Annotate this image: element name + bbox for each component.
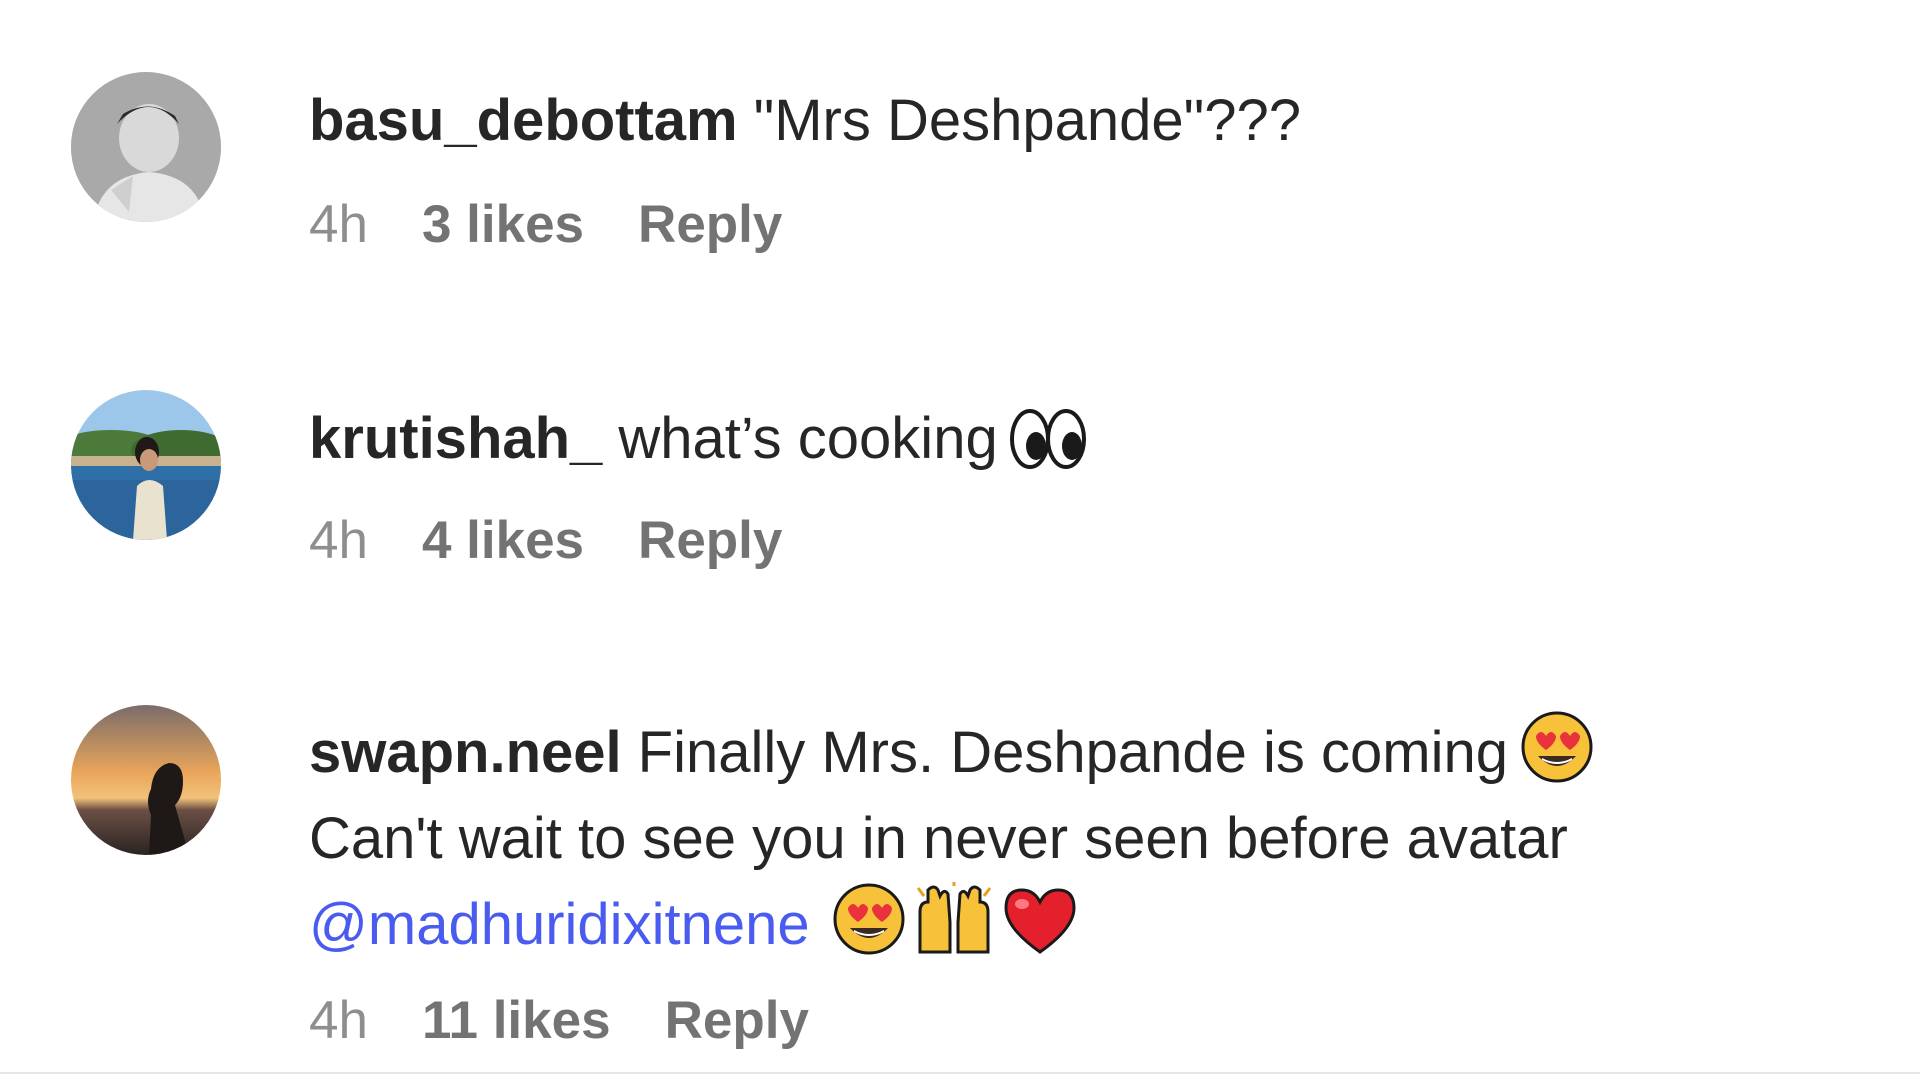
comment-meta: 4h 4 likes Reply (309, 510, 1749, 571)
comment-username[interactable]: krutishah_ (309, 406, 602, 471)
comment-text-line: swapn.neel Finally Mrs. Deshpande is comi… (309, 710, 1749, 796)
comment-body: what’s cooking (618, 406, 998, 471)
comment-username[interactable]: swapn.neel (309, 720, 622, 785)
comment-body: "Mrs Deshpande"??? (753, 88, 1302, 153)
comment-text: krutishah_ what’s cooking (309, 396, 1749, 482)
avatar[interactable] (71, 72, 221, 222)
comment-body-line1: Finally Mrs. Deshpande is coming (637, 720, 1508, 785)
comment-time: 4h (309, 195, 368, 254)
raising-hands-emoji-icon (914, 882, 994, 956)
comment-meta: 4h 3 likes Reply (309, 194, 1749, 255)
comment-time: 4h (309, 991, 368, 1050)
comment-time: 4h (309, 511, 368, 570)
eyes-emoji-icon (1009, 408, 1088, 470)
mention-link[interactable]: @madhuridixitnene (309, 892, 810, 957)
heart-eyes-emoji-icon (1520, 710, 1594, 784)
heart-eyes-emoji-icon (832, 882, 906, 956)
comment-body-line2: Can't wait to see you in never seen befo… (309, 806, 1568, 871)
avatar-image (71, 390, 221, 540)
avatar-image (71, 72, 221, 222)
avatar[interactable] (71, 390, 221, 540)
avatar-image (71, 705, 221, 855)
red-heart-emoji-icon (1002, 886, 1078, 956)
avatar[interactable] (71, 705, 221, 855)
comment-text-line: @madhuridixitnene (309, 882, 1749, 968)
comments-list: basu_debottam "Mrs Deshpande"??? 4h 3 like… (0, 0, 1920, 1074)
comment-likes[interactable]: 3 likes (422, 194, 584, 255)
comment-likes[interactable]: 4 likes (422, 510, 584, 571)
reply-button[interactable]: Reply (665, 990, 809, 1051)
comment-text-line: Can't wait to see you in never seen befo… (309, 796, 1749, 882)
comment-likes[interactable]: 11 likes (422, 990, 611, 1051)
comment-username[interactable]: basu_debottam (309, 88, 738, 153)
reply-button[interactable]: Reply (638, 510, 782, 571)
comment-text: basu_debottam "Mrs Deshpande"??? (309, 78, 1749, 164)
reply-button[interactable]: Reply (638, 194, 782, 255)
comment-meta: 4h 11 likes Reply (309, 990, 1749, 1051)
